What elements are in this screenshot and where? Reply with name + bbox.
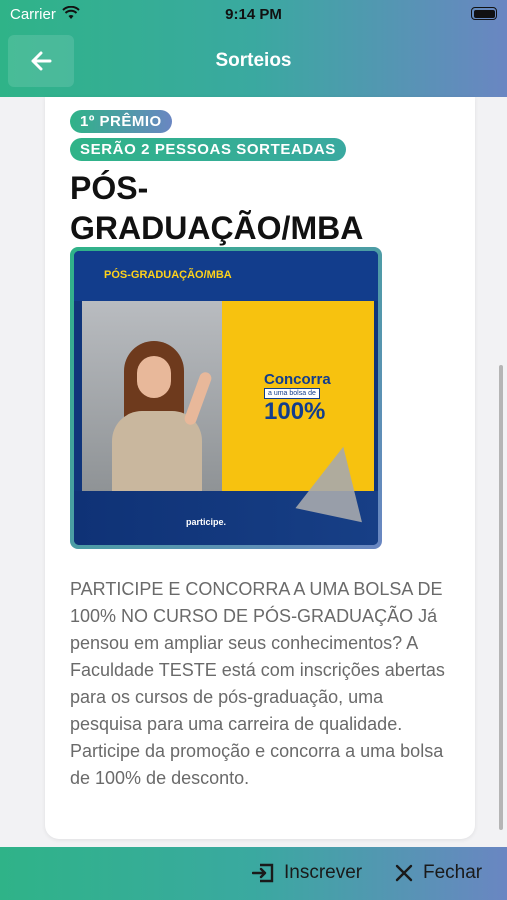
sign-in-icon xyxy=(252,863,274,883)
close-icon xyxy=(395,864,413,882)
promo-header: PÓS-GRADUAÇÃO/MBA xyxy=(74,251,378,301)
prize-rank-badge: 1º PRÊMIO xyxy=(70,110,172,133)
promo-percent: 100% xyxy=(264,398,326,425)
star-icon xyxy=(295,439,377,523)
student-photo xyxy=(82,301,222,491)
promo-concorra: Concorra xyxy=(264,371,331,388)
clock: 9:14 PM xyxy=(225,6,282,23)
page-title: Sorteios xyxy=(215,50,292,71)
top-navigation-bar: Carrier 9:14 PM Sorteios xyxy=(0,0,507,97)
winners-badge: SERÃO 2 PESSOAS SORTEADAS xyxy=(70,138,346,161)
prize-description: PARTICIPE E CONCORRA A UMA BOLSA DE 100%… xyxy=(70,579,445,788)
battery-icon xyxy=(471,7,497,20)
promo-participe: participe. xyxy=(186,517,227,527)
status-bar: Carrier 9:14 PM xyxy=(0,0,507,30)
scrollbar[interactable] xyxy=(499,365,503,830)
close-label: Fechar xyxy=(423,862,483,883)
promo-heading: PÓS-GRADUAÇÃO/MBA xyxy=(104,269,232,281)
close-button[interactable]: Fechar xyxy=(395,861,482,885)
subscribe-label: Inscrever xyxy=(284,862,363,883)
prize-image: PÓS-GRADUAÇÃO/MBA Concorra a uma bolsa d… xyxy=(70,247,382,549)
prize-title: PÓS-GRADUAÇÃO/MBA xyxy=(70,170,364,246)
subscribe-button[interactable]: Inscrever xyxy=(252,861,362,885)
